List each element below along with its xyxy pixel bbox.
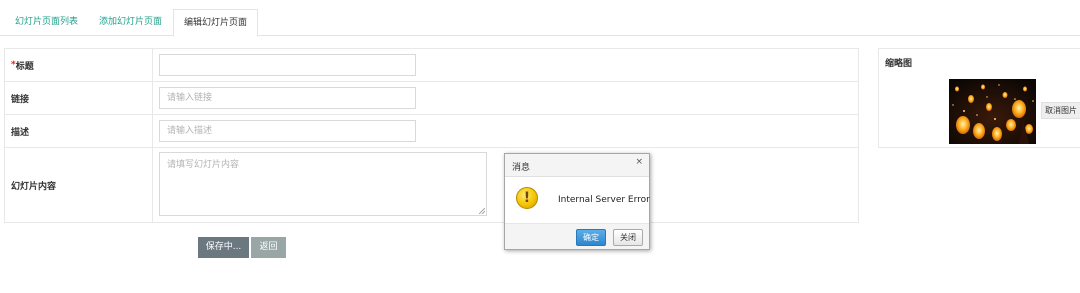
title-label: * 标题: [5, 49, 153, 81]
dialog-title: 消息: [512, 163, 531, 173]
description-label-text: 描述: [11, 127, 30, 138]
link-label-text: 链接: [11, 94, 30, 105]
content-label-text: 幻灯片内容: [11, 182, 57, 192]
content-textarea[interactable]: 请填写幻灯片内容: [159, 152, 487, 216]
dialog-message: Internal Server Error: [558, 195, 650, 205]
resize-grip-icon[interactable]: [479, 208, 485, 214]
content-placeholder: 请填写幻灯片内容: [167, 160, 240, 170]
description-label: 描述: [5, 115, 153, 147]
tab-bar: 幻灯片页面列表 添加幻灯片页面 编辑幻灯片页面: [0, 9, 1080, 37]
tab-slide-list[interactable]: 幻灯片页面列表: [15, 9, 78, 36]
message-dialog: 消息 × ! Internal Server Error 确定 关闭: [504, 153, 650, 250]
warning-icon-glyph: !: [523, 190, 531, 206]
title-input[interactable]: [159, 54, 416, 76]
save-button[interactable]: 保存中...: [198, 237, 249, 258]
title-label-text: 标题: [15, 61, 34, 72]
slide-form: * 标题 链接 请输入链接 描述 请输入描述 幻灯片内容 请填写幻灯片内容: [4, 48, 859, 223]
tab-add-slide[interactable]: 添加幻灯片页面: [99, 9, 162, 36]
content-label: 幻灯片内容: [5, 148, 153, 223]
back-button[interactable]: 返回: [251, 237, 286, 258]
form-row-link: 链接 请输入链接: [5, 82, 858, 115]
close-button[interactable]: 关闭: [613, 229, 643, 246]
description-input[interactable]: 请输入描述: [159, 120, 416, 142]
form-row-title: * 标题: [5, 49, 858, 82]
warning-icon: !: [516, 187, 538, 209]
close-icon[interactable]: ×: [635, 157, 643, 167]
thumbnail-heading: 缩略图: [885, 59, 913, 69]
thumbnail-image: [949, 79, 1036, 144]
thumbnail-panel: 缩略图 取消图片: [878, 48, 1080, 148]
link-label: 链接: [5, 82, 153, 114]
link-input[interactable]: 请输入链接: [159, 87, 416, 109]
dialog-footer: 确定 关闭: [505, 223, 649, 249]
ok-button[interactable]: 确定: [576, 229, 606, 246]
dialog-header: 消息 ×: [505, 154, 649, 177]
tab-edit-slide[interactable]: 编辑幻灯片页面: [173, 9, 258, 37]
form-row-content: 幻灯片内容 请填写幻灯片内容: [5, 148, 858, 223]
form-row-description: 描述 请输入描述: [5, 115, 858, 148]
cancel-image-button[interactable]: 取消图片: [1041, 102, 1080, 119]
